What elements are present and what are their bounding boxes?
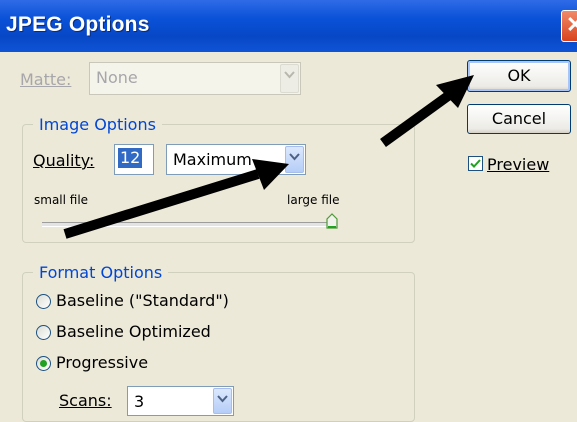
progressive-label[interactable]: Progressive: [56, 353, 148, 372]
matte-dropdown-button[interactable]: [280, 64, 299, 93]
preview-label[interactable]: Preview: [487, 155, 549, 174]
slider-thumb-icon[interactable]: [326, 213, 338, 229]
radio-baseline-optimized[interactable]: [36, 325, 51, 340]
check-icon: [470, 159, 481, 168]
quality-label: Quality:: [33, 151, 95, 170]
title-bar: JPEG Options ✕: [0, 0, 577, 52]
scans-select[interactable]: 3: [127, 386, 234, 416]
quality-value: 12: [118, 148, 143, 168]
scans-dropdown-button[interactable]: [213, 388, 232, 414]
quality-dropdown-button[interactable]: [285, 146, 304, 173]
quality-preset-value: Maximum: [173, 150, 252, 169]
matte-value: None: [96, 68, 138, 87]
quality-slider-track[interactable]: [42, 222, 334, 227]
baseline-standard-label[interactable]: Baseline ("Standard"): [56, 291, 229, 310]
image-options-title: Image Options: [33, 115, 162, 134]
close-button[interactable]: ✕: [561, 10, 577, 42]
scans-label: Scans:: [59, 391, 112, 410]
scans-value: 3: [134, 392, 145, 411]
radio-baseline-standard[interactable]: [36, 294, 51, 309]
chevron-down-icon: [289, 153, 300, 161]
quality-input[interactable]: 12: [114, 144, 154, 175]
small-file-label: small file: [34, 193, 89, 207]
chevron-down-icon: [217, 395, 228, 403]
baseline-optimized-label[interactable]: Baseline Optimized: [56, 322, 211, 341]
format-options-title: Format Options: [33, 263, 169, 282]
large-file-label: large file: [287, 193, 340, 207]
window-title: JPEG Options: [6, 13, 150, 36]
close-icon: ✕: [566, 12, 577, 37]
matte-label: Matte:: [20, 70, 72, 89]
radio-progressive[interactable]: [36, 356, 51, 371]
cancel-button[interactable]: Cancel: [467, 104, 571, 134]
ok-button[interactable]: OK: [467, 60, 571, 92]
preview-checkbox[interactable]: [468, 156, 483, 171]
chevron-down-icon: [284, 71, 295, 79]
matte-select[interactable]: None: [89, 62, 301, 95]
quality-preset-select[interactable]: Maximum: [166, 144, 306, 175]
